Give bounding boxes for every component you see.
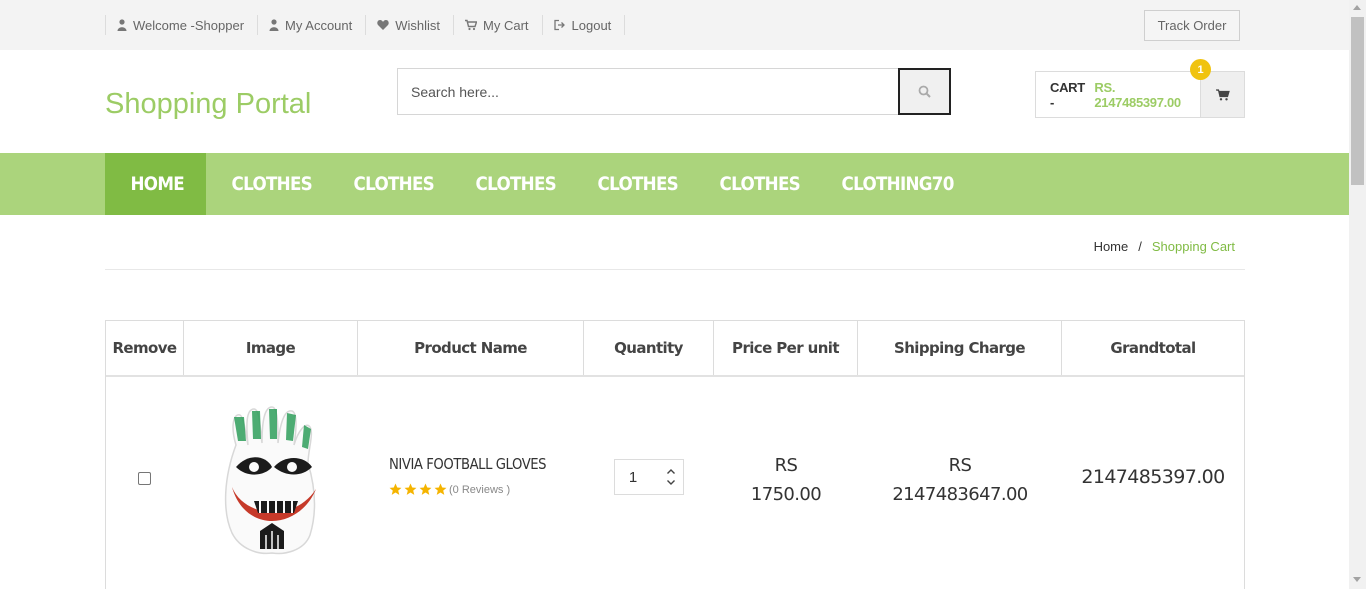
quantity-stepper[interactable]: 1 — [614, 459, 684, 495]
shipping-value: 2147483647.00 — [892, 484, 1028, 505]
cart-amount: RS. 2147485397.00 — [1094, 79, 1181, 110]
logout-icon — [553, 19, 565, 31]
search-icon — [918, 85, 931, 98]
cart-button[interactable] — [1200, 72, 1244, 117]
nav-item-label: CLOTHES — [353, 173, 435, 195]
nav-item-label: CLOTHES — [475, 173, 557, 195]
breadcrumb-separator: / — [1138, 239, 1142, 254]
wishlist-label: Wishlist — [395, 17, 441, 33]
unit-price-currency: RS — [774, 455, 798, 476]
top-bar: Welcome -Shopper My Account Wishlist My … — [0, 0, 1349, 50]
page-scrollbar[interactable] — [1349, 0, 1366, 589]
nav-item-label: HOME — [130, 173, 185, 195]
nav-item-home[interactable]: HOME — [105, 153, 206, 215]
track-order-button[interactable]: Track Order — [1144, 10, 1240, 41]
main-nav: HOME CLOTHES CLOTHES CLOTHES CLOTHES CLO… — [0, 153, 1349, 215]
column-header-shipping: Shipping Charge — [858, 321, 1062, 375]
cart-icon — [465, 19, 478, 31]
quantity-value[interactable]: 1 — [615, 469, 659, 486]
nav-item-clothes-2[interactable]: CLOTHES — [328, 153, 450, 215]
table-row: NIVIA FOOTBALL GLOVES (0 Reviews ) 1 RS … — [106, 377, 1244, 589]
star-icon — [419, 483, 432, 495]
nav-item-clothing70[interactable]: CLOTHING70 — [816, 153, 966, 215]
breadcrumb: Home / Shopping Cart — [1094, 239, 1235, 254]
search-input[interactable] — [398, 69, 898, 114]
column-header-quantity: Quantity — [584, 321, 714, 375]
quantity-arrows — [659, 469, 683, 485]
product-rating: (0 Reviews ) — [389, 483, 510, 496]
logout-link[interactable]: Logout — [541, 15, 626, 35]
column-header-product-name: Product Name — [358, 321, 584, 375]
welcome-link[interactable]: Welcome -Shopper — [105, 15, 257, 35]
logout-label: Logout — [571, 17, 612, 33]
remove-checkbox[interactable] — [138, 472, 151, 485]
site-logo[interactable]: Shopping Portal — [105, 88, 311, 121]
my-account-label: My Account — [285, 17, 353, 33]
user-icon — [269, 19, 279, 31]
user-icon — [117, 19, 127, 31]
breadcrumb-current: Shopping Cart — [1151, 239, 1235, 254]
column-header-grandtotal: Grandtotal — [1110, 339, 1196, 357]
divider — [105, 269, 1245, 270]
cart-table: Remove Image Product Name Quantity Price… — [105, 320, 1245, 589]
scroll-down-arrow[interactable] — [1353, 577, 1361, 582]
my-cart-link[interactable]: My Cart — [453, 15, 542, 35]
product-name-link[interactable]: NIVIA FOOTBALL GLOVES — [389, 455, 547, 473]
unit-price: RS 1750.00 — [714, 451, 858, 509]
star-icon — [389, 483, 402, 495]
welcome-label: Welcome -Shopper — [133, 17, 245, 33]
my-cart-label: My Cart — [483, 17, 529, 33]
star-icon — [434, 483, 447, 495]
my-account-link[interactable]: My Account — [257, 15, 365, 35]
product-image[interactable] — [214, 405, 334, 555]
cart-icon — [1215, 88, 1230, 100]
nav-item-label: CLOTHES — [231, 173, 313, 195]
nav-item-clothes-4[interactable]: CLOTHES — [572, 153, 694, 215]
chevron-down-icon[interactable] — [667, 480, 675, 485]
cart-summary[interactable]: CART - RS. 2147485397.00 — [1036, 72, 1200, 117]
page: Welcome -Shopper My Account Wishlist My … — [0, 0, 1366, 589]
shipping-charge: RS 2147483647.00 — [858, 451, 1062, 509]
column-header-price: Price Per unit — [714, 321, 858, 375]
nav-item-label: CLOTHES — [597, 173, 679, 195]
nav-items: HOME CLOTHES CLOTHES CLOTHES CLOTHES CLO… — [105, 153, 966, 215]
reviews-count: (0 Reviews ) — [449, 483, 511, 496]
nav-item-clothes-3[interactable]: CLOTHES — [450, 153, 572, 215]
column-header-image: Image — [184, 321, 358, 375]
nav-item-label: CLOTHING70 — [841, 173, 955, 195]
scroll-up-arrow[interactable] — [1353, 5, 1361, 10]
star-icon — [404, 483, 417, 495]
nav-item-clothes-1[interactable]: CLOTHES — [206, 153, 328, 215]
table-header: Remove Image Product Name Quantity Price… — [106, 321, 1244, 377]
cart-count-badge: 1 — [1190, 59, 1211, 80]
chevron-up-icon[interactable] — [667, 469, 675, 474]
unit-price-value: 1750.00 — [750, 484, 822, 505]
top-links: Welcome -Shopper My Account Wishlist My … — [105, 15, 626, 35]
nav-item-label: CLOTHES — [719, 173, 801, 195]
heart-icon — [377, 20, 389, 30]
column-header-remove: Remove — [106, 321, 184, 375]
nav-item-clothes-5[interactable]: CLOTHES — [694, 153, 816, 215]
scrollbar-thumb[interactable] — [1351, 17, 1364, 185]
cart-label: CART - — [1050, 79, 1085, 110]
search-button[interactable] — [898, 68, 951, 115]
header-cart[interactable]: CART - RS. 2147485397.00 — [1035, 71, 1245, 118]
breadcrumb-home[interactable]: Home — [1094, 239, 1129, 254]
shipping-currency: RS — [948, 455, 972, 476]
grandtotal: 2147485397.00 — [1081, 466, 1225, 488]
wishlist-link[interactable]: Wishlist — [365, 15, 453, 35]
search-bar — [397, 68, 951, 115]
